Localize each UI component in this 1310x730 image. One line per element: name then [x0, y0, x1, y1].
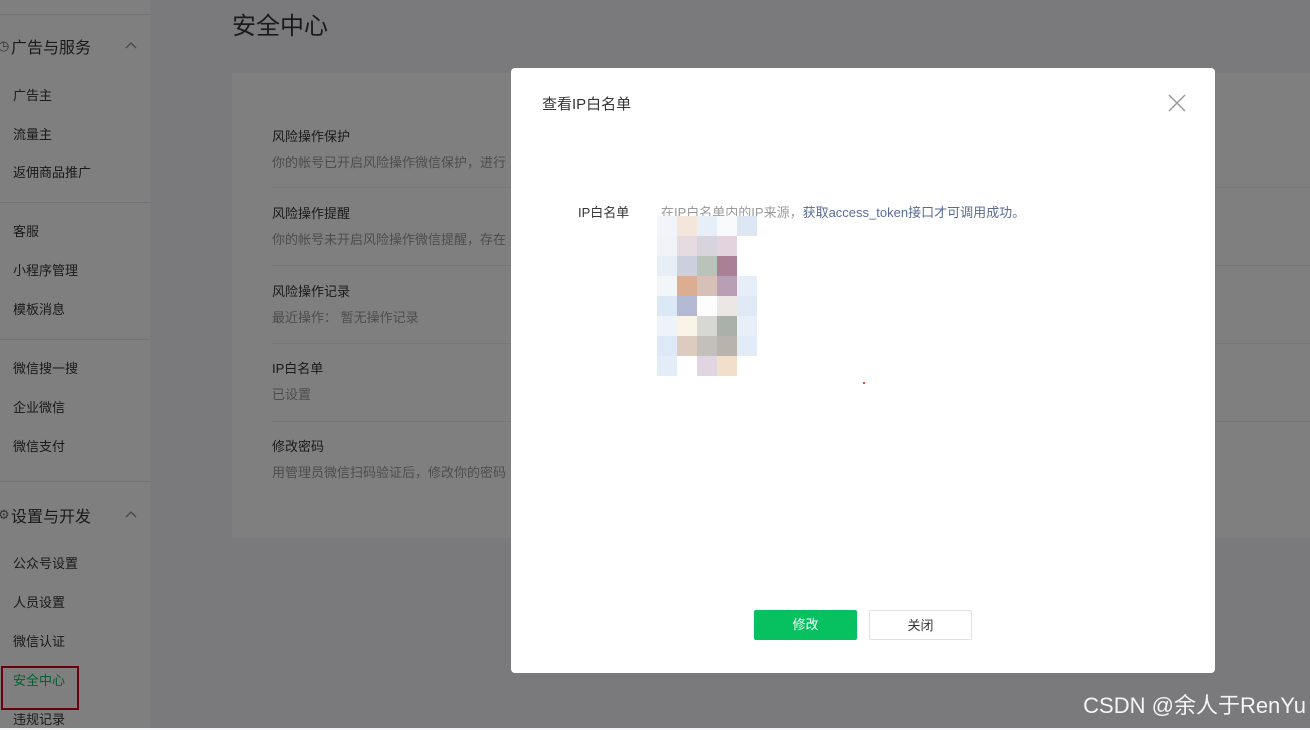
ip-list-redacted	[657, 216, 757, 376]
access-token-note: 获取access_token接口才可调用成功。	[802, 205, 1026, 220]
close-button[interactable]: 关闭	[869, 610, 972, 640]
close-icon[interactable]	[1166, 92, 1188, 114]
edit-button[interactable]: 修改	[754, 610, 857, 640]
ip-whitelist-dialog: 查看IP白名单 IP白名单 在IP白名单内的IP来源，获取access_toke…	[511, 68, 1215, 673]
ip-whitelist-label: IP白名单	[578, 205, 630, 220]
stray-dot	[863, 382, 865, 384]
watermark: CSDN @余人于RenYu	[1083, 693, 1306, 718]
dialog-title: 查看IP白名单	[542, 96, 632, 113]
